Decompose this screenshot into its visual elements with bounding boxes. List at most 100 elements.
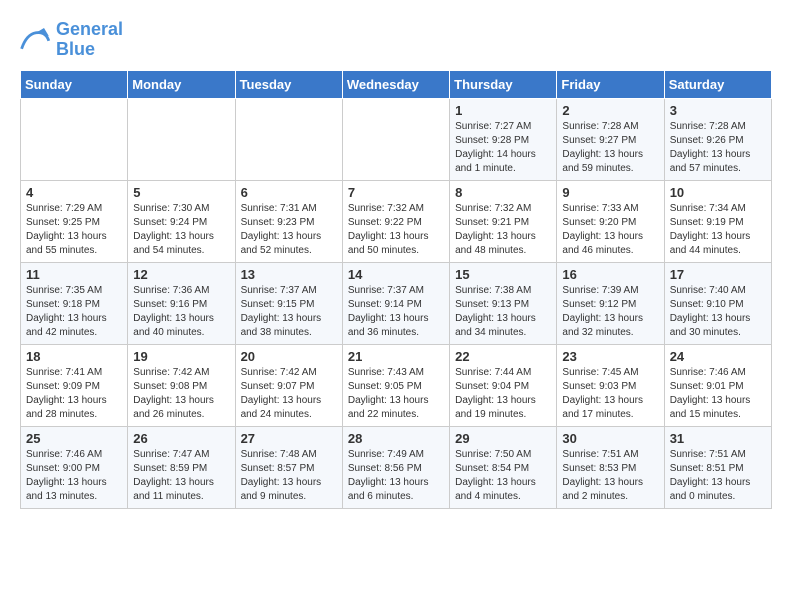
day-info: Sunrise: 7:51 AM Sunset: 8:53 PM Dayligh… xyxy=(562,448,658,504)
calendar-cell: 29 Sunrise: 7:50 AM Sunset: 8:54 PM Dayli… xyxy=(450,426,557,508)
day-of-week-header: Tuesday xyxy=(235,70,342,98)
day-number: 20 xyxy=(241,349,337,364)
calendar-cell: 23 Sunrise: 7:45 AM Sunset: 9:03 PM Dayli… xyxy=(557,344,664,426)
day-info: Sunrise: 7:27 AM Sunset: 9:28 PM Dayligh… xyxy=(455,120,551,176)
day-number: 6 xyxy=(241,185,337,200)
calendar-cell: 5 Sunrise: 7:30 AM Sunset: 9:24 PM Daylig… xyxy=(128,180,235,262)
calendar-cell: 19 Sunrise: 7:42 AM Sunset: 9:08 PM Dayli… xyxy=(128,344,235,426)
day-info: Sunrise: 7:36 AM Sunset: 9:16 PM Dayligh… xyxy=(133,284,229,340)
day-number: 12 xyxy=(133,267,229,282)
calendar-cell: 7 Sunrise: 7:32 AM Sunset: 9:22 PM Daylig… xyxy=(342,180,449,262)
calendar-cell: 11Sunrise: 7:35 AM Sunset: 9:18 PM Dayli… xyxy=(21,262,128,344)
day-info: Sunrise: 7:37 AM Sunset: 9:14 PM Dayligh… xyxy=(348,284,444,340)
day-info: Sunrise: 7:47 AM Sunset: 8:59 PM Dayligh… xyxy=(133,448,229,504)
day-info: Sunrise: 7:51 AM Sunset: 8:51 PM Dayligh… xyxy=(670,448,766,504)
day-number: 13 xyxy=(241,267,337,282)
day-number: 17 xyxy=(670,267,766,282)
day-info: Sunrise: 7:38 AM Sunset: 9:13 PM Dayligh… xyxy=(455,284,551,340)
calendar-cell: 31 Sunrise: 7:51 AM Sunset: 8:51 PM Dayli… xyxy=(664,426,771,508)
logo-text: General Blue xyxy=(56,20,123,60)
day-number: 3 xyxy=(670,103,766,118)
day-number: 21 xyxy=(348,349,444,364)
day-number: 24 xyxy=(670,349,766,364)
calendar-cell: 18 Sunrise: 7:41 AM Sunset: 9:09 PM Dayli… xyxy=(21,344,128,426)
calendar-cell: 26 Sunrise: 7:47 AM Sunset: 8:59 PM Dayli… xyxy=(128,426,235,508)
day-of-week-header: Thursday xyxy=(450,70,557,98)
day-number: 4 xyxy=(26,185,122,200)
calendar-cell: 9 Sunrise: 7:33 AM Sunset: 9:20 PM Daylig… xyxy=(557,180,664,262)
day-number: 18 xyxy=(26,349,122,364)
day-number: 23 xyxy=(562,349,658,364)
calendar-cell: 14 Sunrise: 7:37 AM Sunset: 9:14 PM Dayli… xyxy=(342,262,449,344)
calendar-cell: 16Sunrise: 7:39 AM Sunset: 9:12 PM Dayli… xyxy=(557,262,664,344)
calendar-cell: 6 Sunrise: 7:31 AM Sunset: 9:23 PM Daylig… xyxy=(235,180,342,262)
calendar-cell xyxy=(235,98,342,180)
day-number: 9 xyxy=(562,185,658,200)
day-info: Sunrise: 7:28 AM Sunset: 9:27 PM Dayligh… xyxy=(562,120,658,176)
day-info: Sunrise: 7:29 AM Sunset: 9:25 PM Dayligh… xyxy=(26,202,122,258)
day-of-week-header: Wednesday xyxy=(342,70,449,98)
day-number: 5 xyxy=(133,185,229,200)
day-info: Sunrise: 7:48 AM Sunset: 8:57 PM Dayligh… xyxy=(241,448,337,504)
day-number: 11 xyxy=(26,267,122,282)
page-header: General Blue xyxy=(20,20,772,60)
calendar-cell: 1 Sunrise: 7:27 AM Sunset: 9:28 PM Daylig… xyxy=(450,98,557,180)
calendar-cell: 22 Sunrise: 7:44 AM Sunset: 9:04 PM Dayli… xyxy=(450,344,557,426)
day-info: Sunrise: 7:30 AM Sunset: 9:24 PM Dayligh… xyxy=(133,202,229,258)
day-number: 8 xyxy=(455,185,551,200)
day-number: 30 xyxy=(562,431,658,446)
calendar-cell: 25Sunrise: 7:46 AM Sunset: 9:00 PM Dayli… xyxy=(21,426,128,508)
day-info: Sunrise: 7:50 AM Sunset: 8:54 PM Dayligh… xyxy=(455,448,551,504)
calendar-cell: 27 Sunrise: 7:48 AM Sunset: 8:57 PM Dayli… xyxy=(235,426,342,508)
day-number: 16 xyxy=(562,267,658,282)
day-info: Sunrise: 7:45 AM Sunset: 9:03 PM Dayligh… xyxy=(562,366,658,422)
calendar-cell: 10 Sunrise: 7:34 AM Sunset: 9:19 PM Dayli… xyxy=(664,180,771,262)
day-number: 7 xyxy=(348,185,444,200)
day-info: Sunrise: 7:42 AM Sunset: 9:07 PM Dayligh… xyxy=(241,366,337,422)
day-info: Sunrise: 7:44 AM Sunset: 9:04 PM Dayligh… xyxy=(455,366,551,422)
day-number: 27 xyxy=(241,431,337,446)
day-number: 25 xyxy=(26,431,122,446)
day-number: 1 xyxy=(455,103,551,118)
calendar-cell: 21 Sunrise: 7:43 AM Sunset: 9:05 PM Dayli… xyxy=(342,344,449,426)
day-of-week-header: Friday xyxy=(557,70,664,98)
day-info: Sunrise: 7:31 AM Sunset: 9:23 PM Dayligh… xyxy=(241,202,337,258)
day-info: Sunrise: 7:37 AM Sunset: 9:15 PM Dayligh… xyxy=(241,284,337,340)
day-info: Sunrise: 7:40 AM Sunset: 9:10 PM Dayligh… xyxy=(670,284,766,340)
calendar-cell: 20 Sunrise: 7:42 AM Sunset: 9:07 PM Dayli… xyxy=(235,344,342,426)
calendar-cell: 12 Sunrise: 7:36 AM Sunset: 9:16 PM Dayli… xyxy=(128,262,235,344)
day-number: 26 xyxy=(133,431,229,446)
day-info: Sunrise: 7:41 AM Sunset: 9:09 PM Dayligh… xyxy=(26,366,122,422)
calendar-cell xyxy=(128,98,235,180)
calendar-cell: 17 Sunrise: 7:40 AM Sunset: 9:10 PM Dayli… xyxy=(664,262,771,344)
day-info: Sunrise: 7:32 AM Sunset: 9:21 PM Dayligh… xyxy=(455,202,551,258)
calendar-table: SundayMondayTuesdayWednesdayThursdayFrid… xyxy=(20,70,772,509)
day-of-week-header: Sunday xyxy=(21,70,128,98)
day-number: 10 xyxy=(670,185,766,200)
calendar-cell: 28Sunrise: 7:49 AM Sunset: 8:56 PM Dayli… xyxy=(342,426,449,508)
day-info: Sunrise: 7:46 AM Sunset: 9:01 PM Dayligh… xyxy=(670,366,766,422)
day-of-week-header: Saturday xyxy=(664,70,771,98)
calendar-cell: 13 Sunrise: 7:37 AM Sunset: 9:15 PM Dayli… xyxy=(235,262,342,344)
day-info: Sunrise: 7:32 AM Sunset: 9:22 PM Dayligh… xyxy=(348,202,444,258)
day-number: 31 xyxy=(670,431,766,446)
calendar-cell: 2Sunrise: 7:28 AM Sunset: 9:27 PM Daylig… xyxy=(557,98,664,180)
calendar-cell: 15 Sunrise: 7:38 AM Sunset: 9:13 PM Dayli… xyxy=(450,262,557,344)
day-number: 19 xyxy=(133,349,229,364)
day-info: Sunrise: 7:33 AM Sunset: 9:20 PM Dayligh… xyxy=(562,202,658,258)
day-info: Sunrise: 7:34 AM Sunset: 9:19 PM Dayligh… xyxy=(670,202,766,258)
logo: General Blue xyxy=(20,20,123,60)
day-number: 15 xyxy=(455,267,551,282)
day-number: 28 xyxy=(348,431,444,446)
day-number: 22 xyxy=(455,349,551,364)
calendar-cell: 4 Sunrise: 7:29 AM Sunset: 9:25 PM Daylig… xyxy=(21,180,128,262)
day-number: 29 xyxy=(455,431,551,446)
day-info: Sunrise: 7:42 AM Sunset: 9:08 PM Dayligh… xyxy=(133,366,229,422)
day-of-week-header: Monday xyxy=(128,70,235,98)
calendar-cell: 8 Sunrise: 7:32 AM Sunset: 9:21 PM Daylig… xyxy=(450,180,557,262)
calendar-cell xyxy=(21,98,128,180)
day-info: Sunrise: 7:43 AM Sunset: 9:05 PM Dayligh… xyxy=(348,366,444,422)
day-number: 14 xyxy=(348,267,444,282)
calendar-cell: 24 Sunrise: 7:46 AM Sunset: 9:01 PM Dayli… xyxy=(664,344,771,426)
calendar-cell xyxy=(342,98,449,180)
